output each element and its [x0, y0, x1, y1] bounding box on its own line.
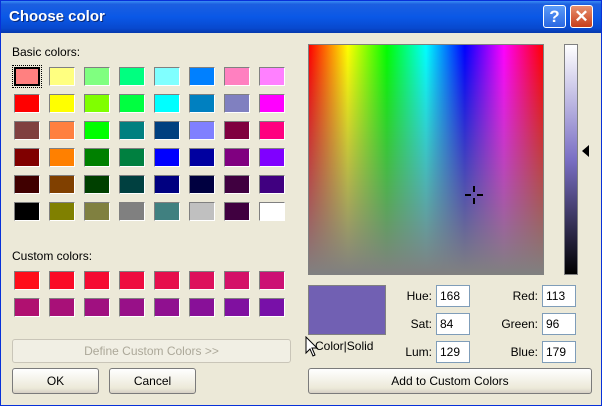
basic-color-swatch[interactable] — [119, 175, 145, 194]
basic-color-swatch[interactable] — [224, 121, 250, 140]
basic-color-swatch[interactable] — [259, 94, 285, 113]
basic-color-swatch[interactable] — [154, 202, 180, 221]
title-bar[interactable]: Choose color ? ✕ — [1, 1, 601, 33]
basic-color-swatch[interactable] — [224, 148, 250, 167]
basic-color-swatch[interactable] — [84, 202, 110, 221]
basic-color-swatch[interactable] — [189, 175, 215, 194]
hue-field[interactable]: 168 — [436, 285, 470, 307]
basic-color-swatch[interactable] — [154, 121, 180, 140]
custom-color-swatch[interactable] — [259, 298, 285, 317]
basic-color-swatch[interactable] — [224, 202, 250, 221]
basic-color-swatch[interactable] — [84, 175, 110, 194]
basic-color-swatch[interactable] — [14, 202, 40, 221]
basic-color-swatch[interactable] — [259, 175, 285, 194]
basic-color-swatch[interactable] — [49, 67, 75, 86]
custom-color-swatch[interactable] — [189, 271, 215, 290]
sat-field[interactable]: 84 — [436, 313, 470, 335]
basic-color-swatch[interactable] — [189, 121, 215, 140]
basic-color-swatch[interactable] — [49, 175, 75, 194]
lum-label: Lum: — [405, 345, 432, 359]
custom-color-swatch[interactable] — [189, 298, 215, 317]
basic-color-swatch[interactable] — [189, 202, 215, 221]
custom-colors-label: Custom colors: — [12, 249, 93, 263]
red-label: Red: — [512, 289, 538, 303]
basic-color-swatch[interactable] — [259, 121, 285, 140]
basic-color-swatch[interactable] — [84, 148, 110, 167]
basic-color-swatch[interactable] — [14, 121, 40, 140]
crosshair-icon — [465, 186, 483, 204]
blue-field[interactable]: 179 — [542, 341, 576, 363]
lum-field[interactable]: 129 — [436, 341, 470, 363]
blue-label: Blue: — [510, 345, 538, 359]
basic-color-swatch[interactable] — [49, 148, 75, 167]
basic-color-swatch[interactable] — [259, 67, 285, 86]
basic-color-swatch[interactable] — [189, 67, 215, 86]
custom-color-swatch[interactable] — [259, 271, 285, 290]
color-solid-label: Color|Solid — [315, 339, 374, 353]
custom-color-swatch[interactable] — [49, 271, 75, 290]
basic-color-swatch[interactable] — [189, 148, 215, 167]
custom-color-swatch[interactable] — [84, 298, 110, 317]
basic-color-swatch[interactable] — [259, 148, 285, 167]
custom-color-swatch[interactable] — [84, 271, 110, 290]
red-field[interactable]: 113 — [542, 285, 576, 307]
green-label: Green: — [501, 317, 538, 331]
basic-color-swatch[interactable] — [119, 94, 145, 113]
green-field[interactable]: 96 — [542, 313, 576, 335]
custom-color-swatch[interactable] — [224, 298, 250, 317]
basic-color-swatch[interactable] — [49, 121, 75, 140]
basic-color-swatch[interactable] — [49, 202, 75, 221]
basic-colors-label: Basic colors: — [12, 45, 81, 59]
add-to-custom-colors-button[interactable]: Add to Custom Colors — [308, 368, 592, 394]
basic-color-swatch[interactable] — [154, 148, 180, 167]
basic-color-swatch[interactable] — [119, 202, 145, 221]
basic-color-swatch[interactable] — [224, 94, 250, 113]
basic-color-swatch[interactable] — [14, 94, 40, 113]
basic-color-swatch[interactable] — [224, 175, 250, 194]
basic-color-swatch[interactable] — [119, 121, 145, 140]
custom-color-swatch[interactable] — [14, 298, 40, 317]
custom-color-swatch[interactable] — [14, 271, 40, 290]
basic-color-swatch[interactable] — [49, 94, 75, 113]
custom-color-swatch[interactable] — [119, 271, 145, 290]
basic-color-swatch[interactable] — [12, 65, 42, 88]
custom-color-swatch[interactable] — [224, 271, 250, 290]
sat-label: Sat: — [410, 317, 432, 331]
basic-color-swatch[interactable] — [224, 67, 250, 86]
color-spectrum[interactable] — [308, 44, 544, 275]
luminance-arrow-icon[interactable] — [582, 145, 589, 157]
cancel-button[interactable]: Cancel — [109, 368, 196, 394]
custom-color-swatch[interactable] — [154, 298, 180, 317]
custom-color-swatch[interactable] — [119, 298, 145, 317]
basic-color-swatch[interactable] — [14, 175, 40, 194]
hue-label: Hue: — [406, 289, 432, 303]
define-custom-colors-button[interactable]: Define Custom Colors >> — [12, 339, 291, 363]
choose-color-dialog: Choose color ? ✕ Basic colors: Custom co… — [0, 0, 602, 406]
luminance-bar[interactable] — [564, 44, 578, 275]
basic-color-swatch[interactable] — [154, 67, 180, 86]
basic-color-swatch[interactable] — [189, 94, 215, 113]
basic-color-swatch[interactable] — [84, 121, 110, 140]
window-title: Choose color — [9, 8, 105, 25]
basic-color-swatch[interactable] — [154, 94, 180, 113]
basic-color-swatch[interactable] — [154, 175, 180, 194]
help-icon[interactable]: ? — [543, 5, 566, 28]
basic-color-swatch[interactable] — [84, 67, 110, 86]
close-icon[interactable]: ✕ — [570, 5, 593, 28]
basic-color-swatch[interactable] — [259, 202, 285, 221]
basic-color-swatch[interactable] — [119, 148, 145, 167]
basic-color-swatch[interactable] — [84, 94, 110, 113]
basic-color-swatch[interactable] — [119, 67, 145, 86]
mouse-cursor-icon — [305, 336, 319, 357]
custom-color-swatch[interactable] — [154, 271, 180, 290]
custom-color-swatch[interactable] — [49, 298, 75, 317]
ok-button[interactable]: OK — [12, 368, 99, 394]
basic-color-swatch[interactable] — [14, 148, 40, 167]
color-preview — [308, 285, 386, 335]
